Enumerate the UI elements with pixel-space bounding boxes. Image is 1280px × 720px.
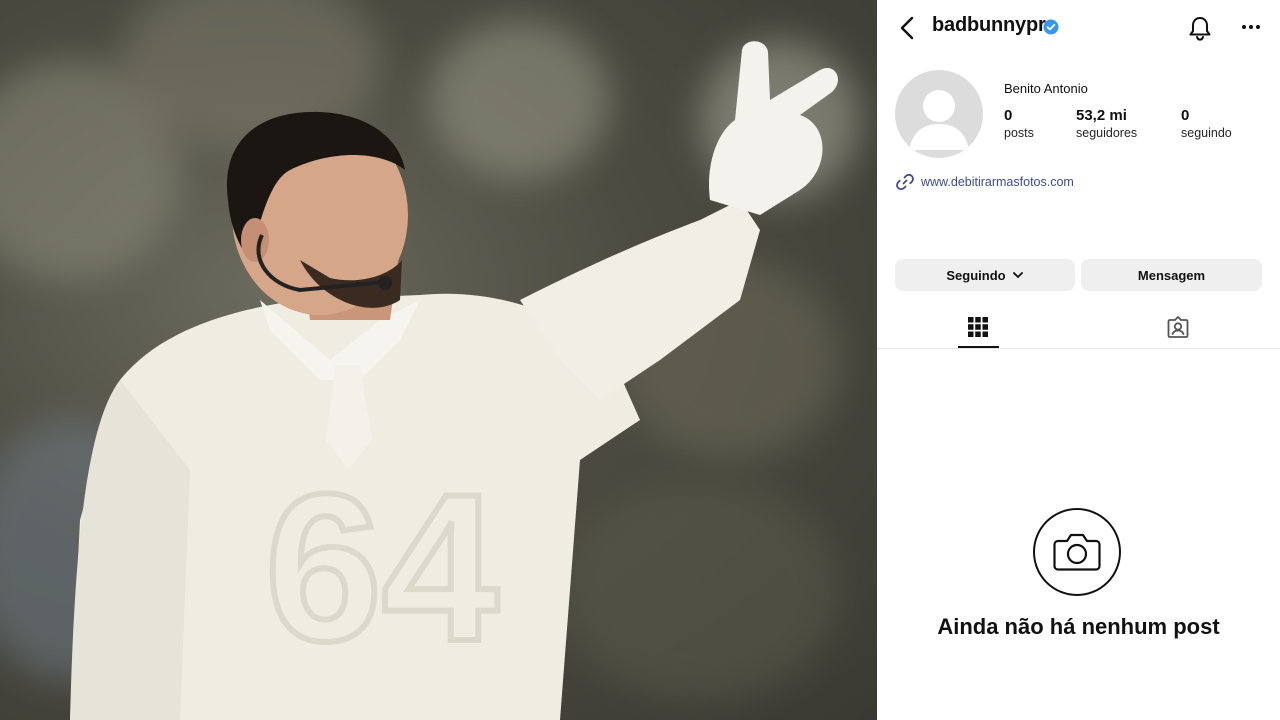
link-icon bbox=[896, 173, 914, 191]
more-options-icon[interactable] bbox=[1239, 16, 1263, 38]
profile-avatar[interactable] bbox=[895, 70, 983, 158]
message-button[interactable]: Mensagem bbox=[1081, 259, 1262, 291]
stat-posts[interactable]: 0 posts bbox=[1004, 107, 1034, 140]
stat-posts-value: 0 bbox=[1004, 107, 1013, 124]
default-avatar-icon bbox=[909, 90, 969, 150]
empty-state-text: Ainda não há nenhum post bbox=[937, 614, 1220, 639]
profile-username: badbunnypr bbox=[932, 14, 1046, 36]
verified-badge-icon bbox=[1043, 19, 1059, 35]
performer-figure: 64 bbox=[70, 41, 839, 720]
message-button-label: Mensagem bbox=[1137, 267, 1206, 283]
camera-icon bbox=[1053, 533, 1101, 571]
back-arrow-icon[interactable] bbox=[897, 14, 919, 42]
profile-full-name: Benito Antonio bbox=[1004, 81, 1088, 96]
grid-icon bbox=[968, 317, 988, 337]
stat-followers-label: seguidores bbox=[1076, 126, 1138, 140]
profile-website-link[interactable]: www.debitirarmasfotos.com bbox=[895, 172, 1074, 192]
top-bar: badbunnypr bbox=[877, 0, 1280, 56]
background-photo: 64 bbox=[0, 0, 877, 720]
svg-text:64: 64 bbox=[265, 450, 499, 685]
stat-following-value: 0 bbox=[1181, 107, 1190, 124]
following-button[interactable]: Seguindo bbox=[895, 259, 1075, 291]
tabs-divider bbox=[877, 348, 1280, 349]
stat-followers[interactable]: 53,2 mi seguidores bbox=[1076, 107, 1137, 140]
stat-posts-label: posts bbox=[1004, 126, 1034, 140]
chevron-down-icon bbox=[1012, 272, 1023, 278]
empty-state-circle bbox=[1033, 508, 1121, 596]
profile-panel: badbunnypr Benito Antonio 0 posts 53,2 m… bbox=[877, 0, 1280, 720]
stat-followers-value: 53,2 mi bbox=[1076, 107, 1127, 124]
notification-bell-icon[interactable] bbox=[1187, 14, 1213, 42]
following-button-label: Seguindo bbox=[946, 267, 1006, 283]
website-url: www.debitirarmasfotos.com bbox=[921, 175, 1074, 189]
tab-tagged[interactable] bbox=[1138, 305, 1218, 349]
stat-following[interactable]: 0 seguindo bbox=[1181, 107, 1232, 140]
stat-following-label: seguindo bbox=[1181, 126, 1232, 140]
tab-posts-grid[interactable] bbox=[938, 305, 1018, 349]
tagged-icon bbox=[1167, 316, 1189, 338]
